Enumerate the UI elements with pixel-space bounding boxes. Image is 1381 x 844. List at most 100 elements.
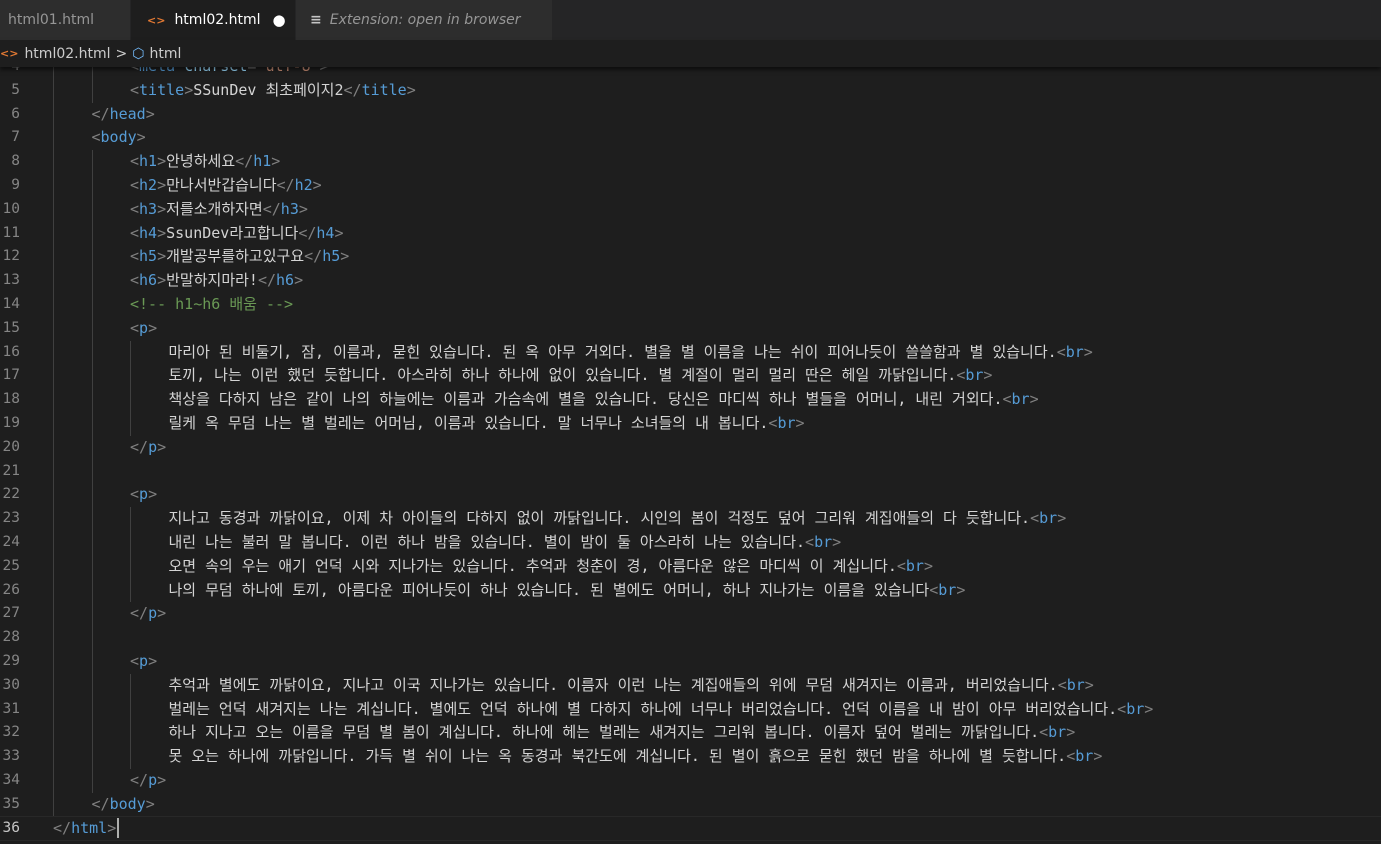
- code-line[interactable]: 18 책상을 다하지 남은 같이 나의 하늘에는 이름과 가슴속에 별을 있습니다…: [0, 388, 1381, 412]
- token-pun: </: [304, 247, 323, 266]
- code-text: <h1>안녕하세요</h1>: [130, 150, 280, 174]
- code-line[interactable]: 12 <h5>개발공부를하고있구요</h5>: [0, 245, 1381, 270]
- code-line[interactable]: 28: [0, 626, 1381, 650]
- token-txt: 나의 무덤 하나에 토끼, 아름다운 피어나듯이 하나 있습니다. 된 별에도 …: [168, 580, 930, 599]
- breadcrumb-file[interactable]: html02.html: [24, 46, 110, 62]
- code-line[interactable]: 8 <h1>안녕하세요</h1>: [0, 150, 1381, 174]
- token-txt: 릴케 옥 무덤 나는 별 벌레는 어머님, 이름과 있습니다. 말 너무나 소녀…: [168, 414, 769, 432]
- code-line[interactable]: 34 </p>: [0, 769, 1381, 793]
- line-number: 9: [11, 177, 20, 193]
- code-line[interactable]: 31 벌레는 언덕 새겨지는 나는 계십니다. 별에도 언덕 하나에 별 다하지 …: [0, 697, 1381, 722]
- code-line[interactable]: 17 토끼, 나는 이런 했던 듯합니다. 아스라히 하나 하나에 없이 있습니다…: [0, 364, 1381, 389]
- code-line[interactable]: 21: [0, 459, 1381, 484]
- code-line[interactable]: 26 나의 무덤 하나에 토끼, 아름다운 피어나듯이 하나 있습니다. 된 별에…: [0, 578, 1381, 603]
- code-text: <p>: [130, 483, 157, 507]
- token-txt: 지나고 동경과 까닭이요, 이제 차 아이들의 다하지 없이 까닭입니다. 시인…: [168, 509, 1031, 528]
- token-pun: <: [130, 152, 140, 171]
- indent-guide: [53, 531, 54, 555]
- token-pun: <: [130, 176, 140, 194]
- code-line[interactable]: 5 <title>SSunDev 최초페이지2</title>: [0, 78, 1381, 103]
- line-number: 24: [2, 534, 20, 550]
- token-pun: <: [896, 556, 906, 575]
- indent-guide: [91, 626, 93, 650]
- token-pun: >: [157, 176, 167, 194]
- indent-guide: [91, 578, 93, 603]
- code-text: <!-- h1~h6 배움 -->: [130, 293, 293, 317]
- token-pun: <: [805, 533, 815, 551]
- indent-guide: [91, 673, 93, 698]
- indent-guide: [91, 340, 93, 365]
- code-text: </body>: [92, 793, 155, 817]
- code-text: <h6>반말하지마라!</h6>: [130, 269, 303, 293]
- token-txt: 안녕하세요: [166, 152, 236, 171]
- token-pun: </: [91, 104, 110, 123]
- token-pun: <: [130, 247, 140, 266]
- code-text: 마리아 된 비둘기, 잠, 이름과, 묻힌 있습니다. 된 옥 아무 거외다. …: [169, 341, 1093, 365]
- code-line[interactable]: 15 <p>: [0, 316, 1381, 341]
- tab-extension-preview[interactable]: ≡ Extension: open in browser: [296, 0, 553, 40]
- code-text: </head>: [92, 103, 155, 127]
- token-pun: >: [148, 318, 158, 337]
- code-line[interactable]: 11 <h4>SsunDev라고합니다</h4>: [0, 221, 1381, 246]
- indent-guide: [53, 174, 54, 198]
- indent-guide: [53, 721, 54, 746]
- token-tag: h2: [294, 176, 313, 194]
- code-line[interactable]: 13 <h6>반말하지마라!</h6>: [0, 269, 1381, 293]
- indent-guide: [130, 364, 131, 389]
- indent-guide: [53, 554, 54, 579]
- indent-guide: [91, 531, 93, 555]
- code-line[interactable]: 9 <h2>만나서반갑습니다</h2>: [0, 174, 1381, 198]
- token-tag: br: [1048, 723, 1067, 742]
- code-text: 나의 무덤 하나에 토끼, 아름다운 피어나듯이 하나 있습니다. 된 별에도 …: [169, 579, 966, 603]
- code-line[interactable]: 33 못 오는 하나에 까닭입니다. 가득 별 쉬이 나는 옥 동경과 북간도에 …: [0, 745, 1381, 769]
- code-text: <h4>SsunDev라고합니다</h4>: [130, 222, 344, 246]
- code-editor[interactable]: 4<meta charset="utf-8">5<title>SSunDev 최…: [0, 55, 1381, 844]
- line-number: 18: [2, 391, 20, 408]
- code-line[interactable]: 16 마리아 된 비둘기, 잠, 이름과, 묻힌 있습니다. 된 옥 아무 거외다…: [0, 340, 1381, 365]
- token-tag: h5: [322, 247, 341, 266]
- code-text: 못 오는 하나에 까닭입니다. 가득 별 쉬이 나는 옥 동경과 북간도에 계십…: [169, 745, 1103, 769]
- unsaved-dot-icon[interactable]: ●: [272, 11, 285, 29]
- code-line[interactable]: 36 </html>: [0, 815, 1381, 842]
- code-text: </p>: [130, 436, 166, 460]
- code-line[interactable]: 32 하나 지나고 오는 이름을 무덤 별 봄이 계십니다. 하나에 헤는 벌레는…: [0, 721, 1381, 746]
- line-number: 27: [2, 605, 20, 622]
- code-line[interactable]: 24 내린 나는 불러 말 봅니다. 이런 하나 밤을 있습니다. 별이 밤이 둘…: [0, 531, 1381, 555]
- token-tag: br: [1126, 699, 1145, 718]
- breadcrumb-symbol[interactable]: html: [149, 46, 181, 62]
- code-line[interactable]: 22 <p>: [0, 483, 1381, 508]
- token-pun: >: [923, 556, 933, 575]
- indent-guide: [91, 316, 93, 341]
- code-text: 하나 지나고 오는 이름을 무덤 별 봄이 계십니다. 하나에 헤는 벌레는 새…: [169, 721, 1076, 745]
- code-text: <h3>저를소개하자면</h3>: [130, 198, 308, 222]
- token-pun: >: [157, 271, 167, 290]
- code-line[interactable]: 35 </body>: [0, 792, 1381, 817]
- code-line[interactable]: 19 릴케 옥 무덤 나는 별 벌레는 어머님, 이름과 있습니다. 말 너무나 …: [0, 412, 1381, 436]
- code-line[interactable]: 30 추억과 별에도 까닭이요, 지나고 이국 지나가는 있습니다. 이름자 이런…: [0, 673, 1381, 698]
- token-pun: >: [148, 485, 158, 504]
- tab-html02[interactable]: <> html02.html ●: [131, 0, 296, 40]
- token-pun: >: [157, 604, 167, 623]
- token-pun: >: [1057, 509, 1067, 528]
- line-number: 25: [2, 557, 20, 574]
- code-text: <title>SSunDev 최초페이지2</title>: [130, 79, 416, 103]
- code-line[interactable]: 10 <h3>저를소개하자면</h3>: [0, 197, 1381, 222]
- token-tag: head: [109, 104, 146, 123]
- code-line[interactable]: 29 <p>: [0, 650, 1381, 674]
- indent-guide: [53, 316, 54, 341]
- code-line[interactable]: 6 </head>: [0, 102, 1381, 127]
- token-pun: <: [130, 652, 140, 670]
- code-line[interactable]: 27 </p>: [0, 602, 1381, 627]
- code-line[interactable]: 25 오면 속의 우는 애기 언덕 시와 지나가는 있습니다. 추억과 청춘이 경…: [0, 554, 1381, 579]
- code-line[interactable]: 20 </p>: [0, 435, 1381, 460]
- indent-guide: [53, 673, 54, 698]
- tab-html01[interactable]: html01.html: [0, 0, 131, 40]
- code-line[interactable]: 14 <!-- h1~h6 배움 -->: [0, 293, 1381, 317]
- code-line[interactable]: 23 지나고 동경과 까닭이요, 이제 차 아이들의 다하지 없이 까닭입니다. …: [0, 507, 1381, 531]
- token-tag: br: [938, 580, 957, 599]
- code-line[interactable]: 7 <body>: [0, 126, 1381, 151]
- token-pun: </: [53, 818, 72, 837]
- token-txt: SSunDev 최초페이지2: [193, 80, 344, 99]
- token-pun: <: [1066, 747, 1076, 766]
- token-pun: <: [91, 128, 101, 147]
